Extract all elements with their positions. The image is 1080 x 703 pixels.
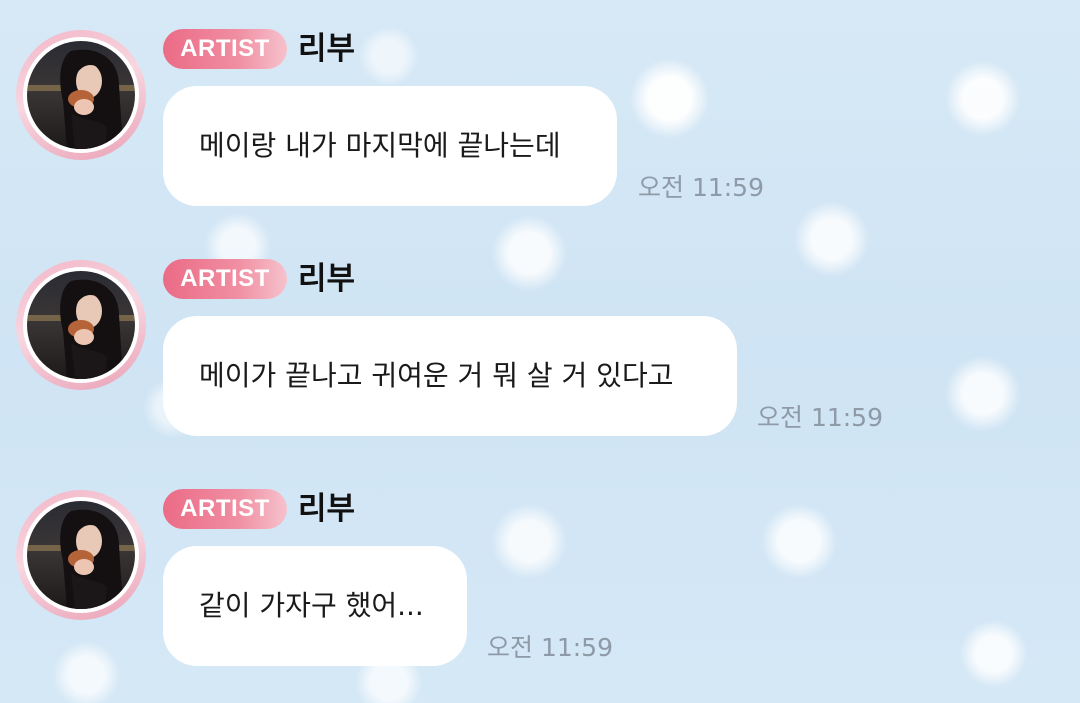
message-timestamp: 오전 11:59 xyxy=(487,633,613,662)
profile-photo-icon xyxy=(27,501,135,609)
artist-badge: ARTIST xyxy=(163,259,287,299)
sender-name[interactable]: 리부 xyxy=(298,259,355,299)
profile-photo-icon xyxy=(27,271,135,379)
avatar[interactable] xyxy=(16,260,146,390)
profile-photo-icon xyxy=(27,41,135,149)
artist-badge: ARTIST xyxy=(163,489,287,529)
sender-name[interactable]: 리부 xyxy=(298,29,355,69)
message-bubble[interactable]: 같이 가자구 했어... xyxy=(163,546,467,666)
message-bubble[interactable]: 메이가 끝나고 귀여운 거 뭐 살 거 있다고 xyxy=(163,316,737,436)
sender-name[interactable]: 리부 xyxy=(298,489,355,529)
message-bubble[interactable]: 메이랑 내가 마지막에 끝나는데 xyxy=(163,86,617,206)
message-timestamp: 오전 11:59 xyxy=(757,403,883,432)
avatar[interactable] xyxy=(16,490,146,620)
avatar[interactable] xyxy=(16,30,146,160)
message-timestamp: 오전 11:59 xyxy=(638,173,764,202)
artist-badge: ARTIST xyxy=(163,29,287,69)
